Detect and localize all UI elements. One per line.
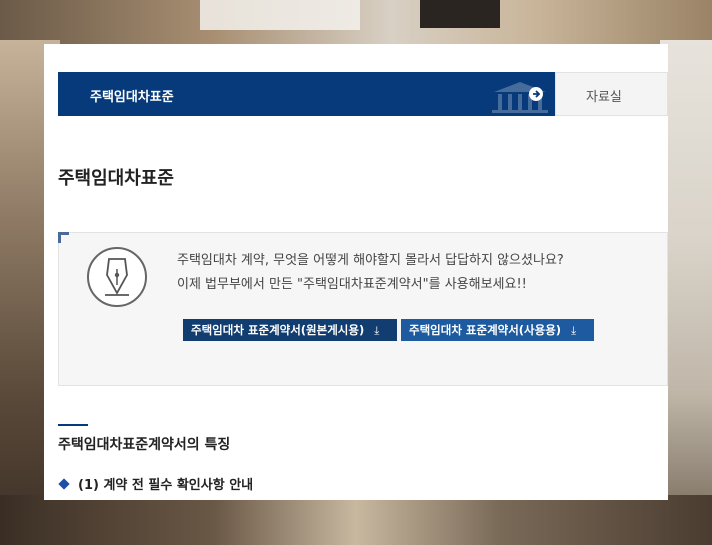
section-accent-line xyxy=(58,424,88,426)
page-title: 주택임대차표준 xyxy=(58,168,174,189)
download-icon: ⤓ xyxy=(571,323,577,337)
diamond-bullet-icon xyxy=(58,478,70,490)
download-original-button[interactable]: 주택임대차 표준계약서(원본게시용) ⤓ xyxy=(183,319,397,341)
fountain-pen-icon xyxy=(87,247,147,307)
bg-tv xyxy=(420,0,500,28)
arrow-right-circle-icon xyxy=(529,87,543,101)
download-icon: ⤓ xyxy=(374,323,380,337)
info-box: 주택임대차 계약, 무엇을 어떻게 해야할지 몰라서 답답하지 않으셨나요? 이… xyxy=(58,232,668,386)
info-text-line1: 주택임대차 계약, 무엇을 어떻게 해야할지 몰라서 답답하지 않으셨나요? xyxy=(177,253,564,268)
info-text-line2: 이제 법무부에서 만든 "주택임대차표준계약서"를 사용해보세요!! xyxy=(177,277,527,292)
download-use-button[interactable]: 주택임대차 표준계약서(사용용) ⤓ xyxy=(401,319,594,341)
section-tabs: 주택임대차표준 자료실 xyxy=(58,72,668,116)
info-box-corner-accent xyxy=(58,232,69,243)
download-use-label: 주택임대차 표준계약서(사용용) xyxy=(409,323,562,337)
tab-label-active: 주택임대차표준 xyxy=(90,90,174,105)
tab-label-archive: 자료실 xyxy=(586,90,622,105)
download-original-label: 주택임대차 표준계약서(원본게시용) xyxy=(191,323,365,337)
bg-window xyxy=(200,0,360,30)
content-panel: 주택임대차표준 자료실 주택임대차표준 주택임대차 계약, 무엇을 어떻게 해야… xyxy=(44,44,668,500)
section-title: 주택임대차표준계약서의 특징 xyxy=(58,437,231,453)
tab-housing-lease-standard[interactable]: 주택임대차표준 xyxy=(58,72,555,116)
feature-item: (1) 계약 전 필수 확인사항 안내 xyxy=(58,474,253,493)
tab-archive[interactable]: 자료실 xyxy=(555,72,668,116)
bg-bottom xyxy=(0,495,712,545)
feature-item-label: (1) 계약 전 필수 확인사항 안내 xyxy=(78,478,254,493)
